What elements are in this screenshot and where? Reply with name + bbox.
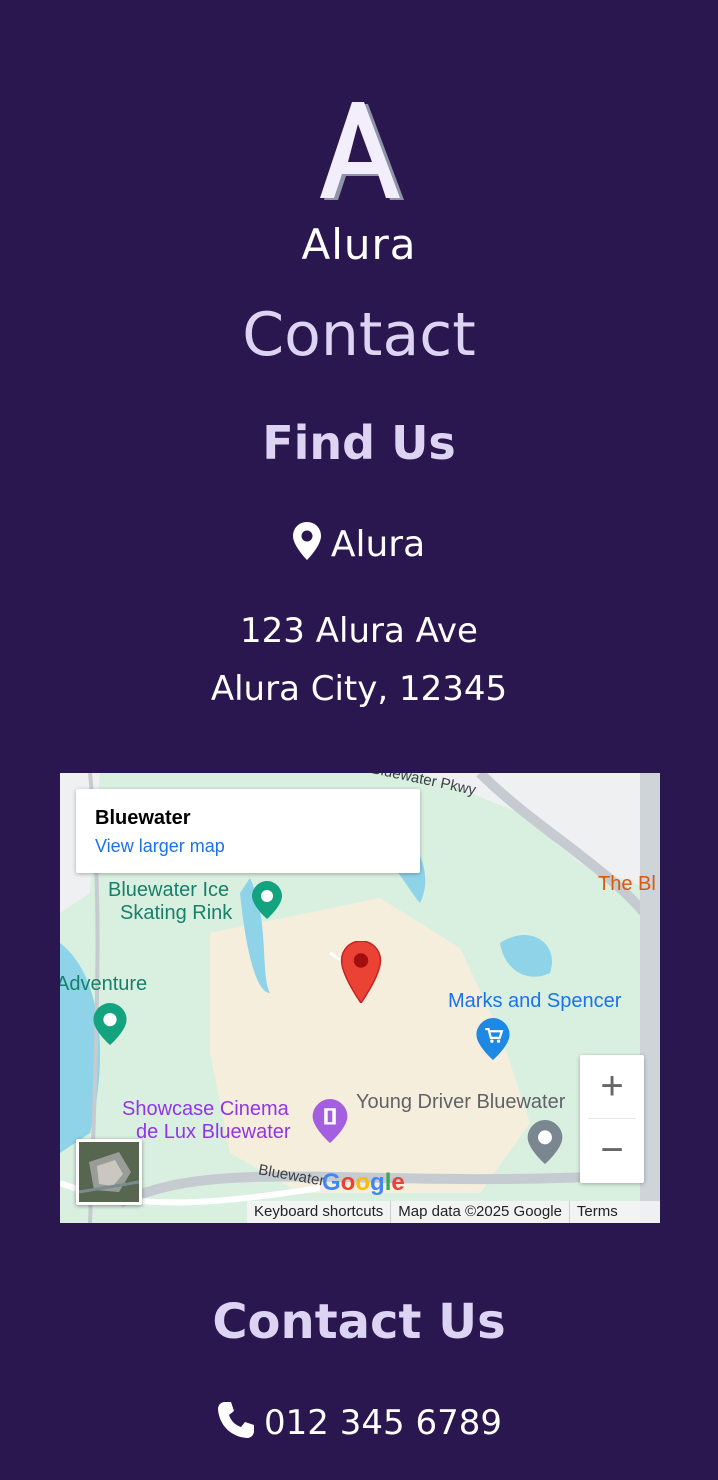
map-label-ice-rink-2[interactable]: Skating Rink bbox=[120, 902, 232, 924]
address-line-2: Alura City, 12345 bbox=[210, 669, 508, 709]
map-label-young-driver[interactable]: Young Driver Bluewater bbox=[356, 1091, 565, 1113]
google-logo-letter: g bbox=[370, 1169, 385, 1196]
map-zoom-controls: + − bbox=[580, 1055, 644, 1183]
shopping-cart-pin-icon[interactable] bbox=[476, 1018, 510, 1060]
address-line-1: 123 Alura Ave bbox=[240, 611, 478, 651]
google-logo-letter: e bbox=[391, 1169, 405, 1196]
location-name: Alura bbox=[330, 524, 426, 565]
map-info-card: Bluewater View larger map bbox=[76, 789, 420, 873]
adventure-pin-icon[interactable] bbox=[93, 1003, 127, 1045]
alura-logo-icon[interactable] bbox=[316, 102, 406, 202]
map-label-cinema-1[interactable]: Showcase Cinema bbox=[122, 1098, 289, 1120]
contact-us-heading: Contact Us bbox=[212, 1294, 506, 1350]
google-logo-letter: o bbox=[340, 1169, 356, 1196]
phone-number[interactable]: 012 345 6789 bbox=[264, 1403, 502, 1443]
map-label-cinema-2[interactable]: de Lux Bluewater bbox=[136, 1121, 291, 1143]
map-pin-icon bbox=[292, 522, 321, 560]
ice-rink-pin-icon[interactable] bbox=[252, 881, 282, 919]
map-attribution-bar: Keyboard shortcuts Map data ©2025 Google… bbox=[247, 1201, 660, 1223]
contact-page: Alura Contact Find Us Alura 123 Alura Av… bbox=[0, 0, 718, 1480]
location-name-row: Alura bbox=[0, 520, 718, 570]
brand-name: Alura bbox=[301, 220, 417, 269]
google-logo: Google bbox=[322, 1169, 405, 1197]
satellite-thumbnail-icon bbox=[79, 1142, 139, 1202]
map-label-the-bl[interactable]: The Bl bbox=[598, 873, 656, 895]
keyboard-shortcuts-link[interactable]: Keyboard shortcuts bbox=[247, 1201, 390, 1223]
view-larger-map-link[interactable]: View larger map bbox=[95, 835, 401, 857]
zoom-in-button[interactable]: + bbox=[580, 1055, 644, 1119]
phone-icon bbox=[218, 1402, 255, 1438]
google-logo-letter: o bbox=[355, 1169, 371, 1196]
find-us-heading: Find Us bbox=[262, 416, 456, 470]
map-label-adventure[interactable]: Adventure bbox=[60, 973, 147, 995]
phone-row[interactable]: 012 345 6789 bbox=[0, 1398, 718, 1448]
zoom-out-button[interactable]: − bbox=[580, 1119, 644, 1183]
terms-link[interactable]: Terms bbox=[568, 1201, 625, 1223]
page-title: Contact bbox=[242, 300, 476, 370]
map-info-title: Bluewater bbox=[95, 807, 191, 829]
map-data-text: Map data ©2025 Google bbox=[390, 1201, 569, 1223]
satellite-toggle-button[interactable] bbox=[76, 1139, 142, 1205]
cinema-pin-icon[interactable] bbox=[312, 1099, 348, 1143]
google-map[interactable]: Bluewater Pkwy Bluewater Ice Skating Rin… bbox=[60, 773, 660, 1223]
map-label-marks-spencer[interactable]: Marks and Spencer bbox=[448, 990, 621, 1012]
marker-pin-icon[interactable] bbox=[339, 941, 383, 1003]
map-label-ice-rink-1[interactable]: Bluewater Ice bbox=[108, 879, 229, 901]
google-logo-letter: G bbox=[322, 1169, 341, 1196]
young-driver-pin-icon[interactable] bbox=[527, 1120, 563, 1164]
